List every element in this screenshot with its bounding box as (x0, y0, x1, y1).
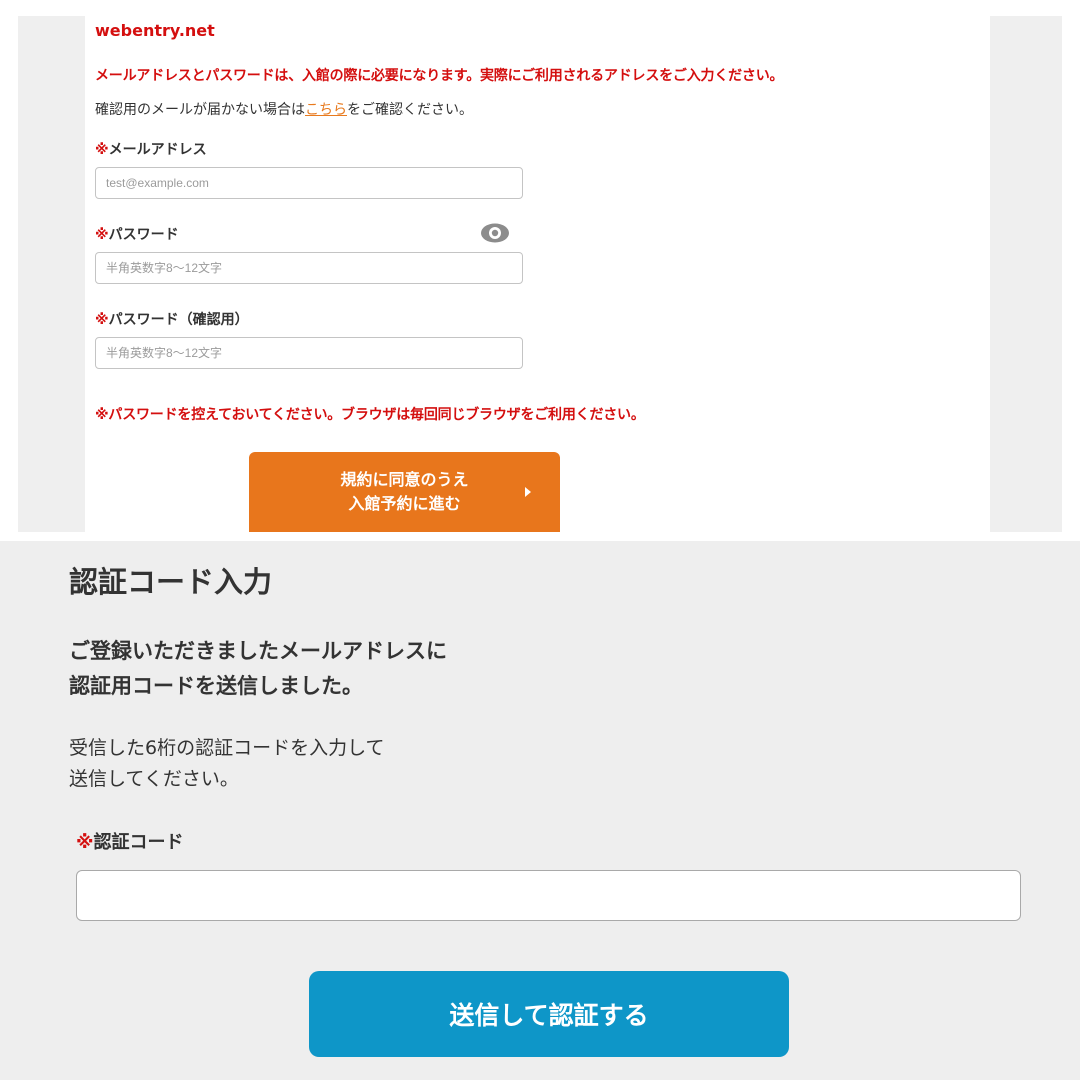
required-mark: ※ (95, 227, 109, 243)
email-input[interactable] (95, 167, 523, 199)
password-confirm-input[interactable] (95, 337, 523, 369)
password-confirm-label-text: パスワード（確認用） (108, 312, 249, 328)
page-title: 認証コード入力 (69, 565, 273, 599)
password-warning: ※パスワードを控えておいてください。ブラウザは毎回同じブラウザをご利用ください。 (95, 407, 645, 423)
agree-and-proceed-button[interactable]: 規約に同意のうえ 入館予約に進む (249, 452, 560, 532)
registration-form: webentry.net メールアドレスとパスワードは、入館の際に必要になります… (85, 0, 990, 532)
password-input[interactable] (95, 252, 523, 284)
confirm-mail-note: 確認用のメールが届かない場合はこちらをご確認ください。 (95, 99, 473, 119)
verification-panel: 認証コード入力 ご登録いただきましたメールアドレスに 認証用コードを送信しました… (0, 541, 1080, 1080)
caret-right-icon (525, 487, 531, 497)
confirm-link[interactable]: こちら (305, 102, 347, 118)
subtitle-line2: 認証用コードを送信しました。 (69, 674, 363, 698)
password-label-text: パスワード (108, 227, 179, 243)
registration-panel: webentry.net メールアドレスとパスワードは、入館の際に必要になります… (0, 0, 1080, 532)
eye-icon[interactable] (480, 222, 510, 244)
agree-button-line1: 規約に同意のうえ (340, 470, 469, 489)
password-label: ※パスワード (95, 224, 179, 244)
agree-button-text: 規約に同意のうえ 入館予約に進む (249, 468, 560, 516)
agree-button-line2: 入館予約に進む (348, 494, 461, 513)
submit-verify-button[interactable]: 送信して認証する (309, 971, 789, 1057)
required-mark: ※ (95, 312, 109, 328)
verification-description: 受信した6桁の認証コードを入力して 送信してください。 (69, 733, 385, 795)
email-label-text: メールアドレス (108, 142, 207, 158)
confirm-prefix: 確認用のメールが届かない場合は (95, 102, 305, 118)
verification-code-input[interactable] (76, 870, 1021, 921)
desc-line1: 受信した6桁の認証コードを入力して (69, 737, 385, 759)
code-label-text: 認証コード (93, 832, 184, 853)
email-label: ※メールアドレス (95, 139, 207, 159)
left-gutter (18, 16, 85, 532)
site-name: webentry.net (95, 21, 215, 40)
code-label: ※認証コード (76, 828, 184, 854)
right-gutter (990, 16, 1062, 532)
desc-line2: 送信してください。 (69, 768, 239, 790)
verification-subtitle: ご登録いただきましたメールアドレスに 認証用コードを送信しました。 (69, 634, 447, 704)
required-mark: ※ (76, 832, 94, 853)
email-notice: メールアドレスとパスワードは、入館の際に必要になります。実際にご利用されるアドレ… (95, 68, 784, 84)
subtitle-line1: ご登録いただきましたメールアドレスに (69, 639, 447, 663)
required-mark: ※ (95, 142, 109, 158)
confirm-suffix: をご確認ください。 (347, 102, 473, 118)
password-confirm-label: ※パスワード（確認用） (95, 309, 249, 329)
